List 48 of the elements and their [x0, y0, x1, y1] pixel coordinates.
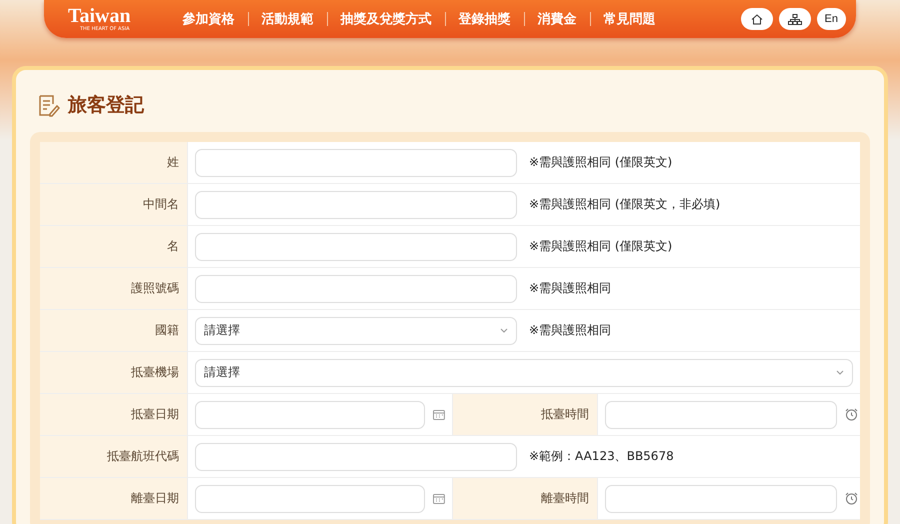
nav-link[interactable]: 抽獎及兌獎方式: [340, 10, 432, 28]
text-input[interactable]: [195, 232, 517, 260]
field-note: ※需與護照相同 (僅限英文): [529, 154, 672, 171]
date-input[interactable]: [195, 400, 426, 428]
field-label: 抵臺時間: [452, 394, 598, 435]
field-label: 中間名: [40, 184, 188, 225]
field-label: 離臺時間: [452, 478, 598, 519]
nav-link[interactable]: 常見問題: [604, 10, 656, 28]
field-note: ※需與護照相同: [529, 322, 612, 339]
time-input[interactable]: [605, 400, 837, 428]
sitemap-icon: [788, 14, 802, 24]
alarm-clock-icon[interactable]: [845, 492, 858, 505]
calendar-icon[interactable]: [433, 409, 445, 420]
chevron-down-icon: [836, 370, 844, 375]
sitemap-button[interactable]: [778, 8, 811, 30]
field-note: ※需與護照相同 (僅限英文，非必填): [529, 196, 720, 213]
text-input[interactable]: [195, 274, 517, 302]
field-label: 抵臺航班代碼: [40, 436, 188, 477]
home-button[interactable]: [740, 8, 773, 30]
select-dropdown[interactable]: 請選擇: [195, 316, 517, 344]
field-label: 離臺日期: [40, 478, 188, 519]
text-input[interactable]: [195, 442, 517, 470]
time-input[interactable]: [605, 484, 837, 512]
page-title: 旅客登記: [68, 93, 144, 118]
form-edit-icon: [38, 93, 60, 117]
language-button[interactable]: En: [816, 8, 846, 30]
field-note: ※需與護照相同 (僅限英文): [529, 238, 672, 255]
home-icon: [750, 14, 763, 24]
field-label: 抵臺日期: [40, 394, 188, 435]
nav-link[interactable]: 參加資格: [182, 10, 235, 28]
alarm-clock-icon[interactable]: [845, 408, 858, 421]
text-input[interactable]: [195, 190, 517, 218]
chevron-down-icon: [500, 328, 508, 333]
field-note: ※需與護照相同: [529, 280, 612, 297]
field-label: 國籍: [40, 310, 188, 351]
date-input[interactable]: [195, 484, 426, 512]
nav-link[interactable]: 登錄抽獎: [458, 10, 511, 28]
logo[interactable]: Taiwan: [68, 6, 131, 26]
nav-link[interactable]: 活動規範: [262, 10, 314, 28]
nav-link[interactable]: 消費金: [538, 10, 577, 28]
text-input[interactable]: [195, 148, 517, 176]
field-label: 抵臺機場: [40, 352, 188, 393]
calendar-icon[interactable]: [433, 493, 445, 504]
field-label: 護照號碼: [40, 268, 188, 309]
field-label: 名: [40, 226, 188, 267]
field-label: 姓: [40, 142, 188, 183]
select-dropdown[interactable]: 請選擇: [195, 358, 853, 386]
field-note: ※範例：AA123、BB5678: [529, 448, 674, 465]
